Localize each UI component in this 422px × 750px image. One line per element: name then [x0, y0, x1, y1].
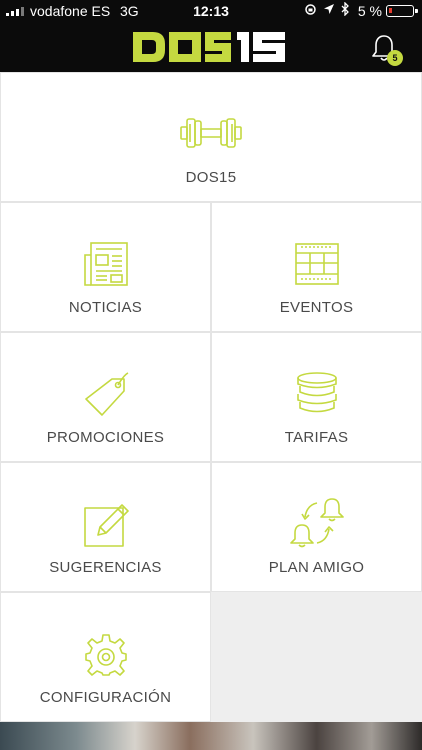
- menu-item-sugerencias[interactable]: SUGERENCIAS: [0, 462, 211, 592]
- menu-item-label: EVENTOS: [279, 299, 354, 316]
- coins-icon: [296, 372, 337, 413]
- menu-item-label: DOS15: [185, 169, 237, 186]
- menu-grid: DOS15 NOTICIAS EVENTOS PROMOCIONES TARIF…: [0, 72, 422, 722]
- menu-item-label: PLAN AMIGO: [268, 559, 365, 576]
- gym-photo-banner: [0, 722, 422, 750]
- battery-percentage: 5 %: [357, 3, 382, 19]
- status-bar: vodafone ES 3G 12:13 5 %: [0, 0, 422, 22]
- top-bar: vodafone ES 3G 12:13 5 % 5: [0, 0, 422, 72]
- newspaper-icon: [83, 242, 128, 286]
- menu-item-label: NOTICIAS: [68, 299, 143, 316]
- notification-count-badge[interactable]: 5: [387, 50, 403, 66]
- battery-icon: [386, 5, 418, 17]
- gear-icon: [84, 634, 127, 676]
- menu-item-label: TARIFAS: [284, 429, 349, 446]
- menu-item-promociones[interactable]: PROMOCIONES: [0, 332, 211, 462]
- orientation-lock-icon: [305, 3, 316, 15]
- menu-item-label: CONFIGURACIÓN: [39, 689, 172, 706]
- edit-icon: [83, 504, 129, 547]
- bluetooth-icon: [341, 2, 349, 16]
- location-icon: [324, 4, 334, 14]
- referral-bells-icon: [289, 498, 344, 548]
- menu-item-tarifas[interactable]: TARIFAS: [211, 332, 422, 462]
- menu-item-eventos[interactable]: EVENTOS: [211, 202, 422, 332]
- menu-item-plan-amigo[interactable]: PLAN AMIGO: [211, 462, 422, 592]
- menu-item-noticias[interactable]: NOTICIAS: [0, 202, 211, 332]
- menu-item-dos15[interactable]: DOS15: [0, 72, 422, 202]
- tag-icon: [84, 372, 128, 416]
- dumbbell-icon: [180, 118, 242, 148]
- menu-item-label: PROMOCIONES: [46, 429, 165, 446]
- menu-item-label: SUGERENCIAS: [49, 559, 162, 576]
- calendar-icon: [294, 243, 339, 285]
- status-icons: [304, 2, 350, 16]
- brand-logo: [133, 32, 285, 62]
- menu-item-configuracion[interactable]: CONFIGURACIÓN: [0, 592, 211, 722]
